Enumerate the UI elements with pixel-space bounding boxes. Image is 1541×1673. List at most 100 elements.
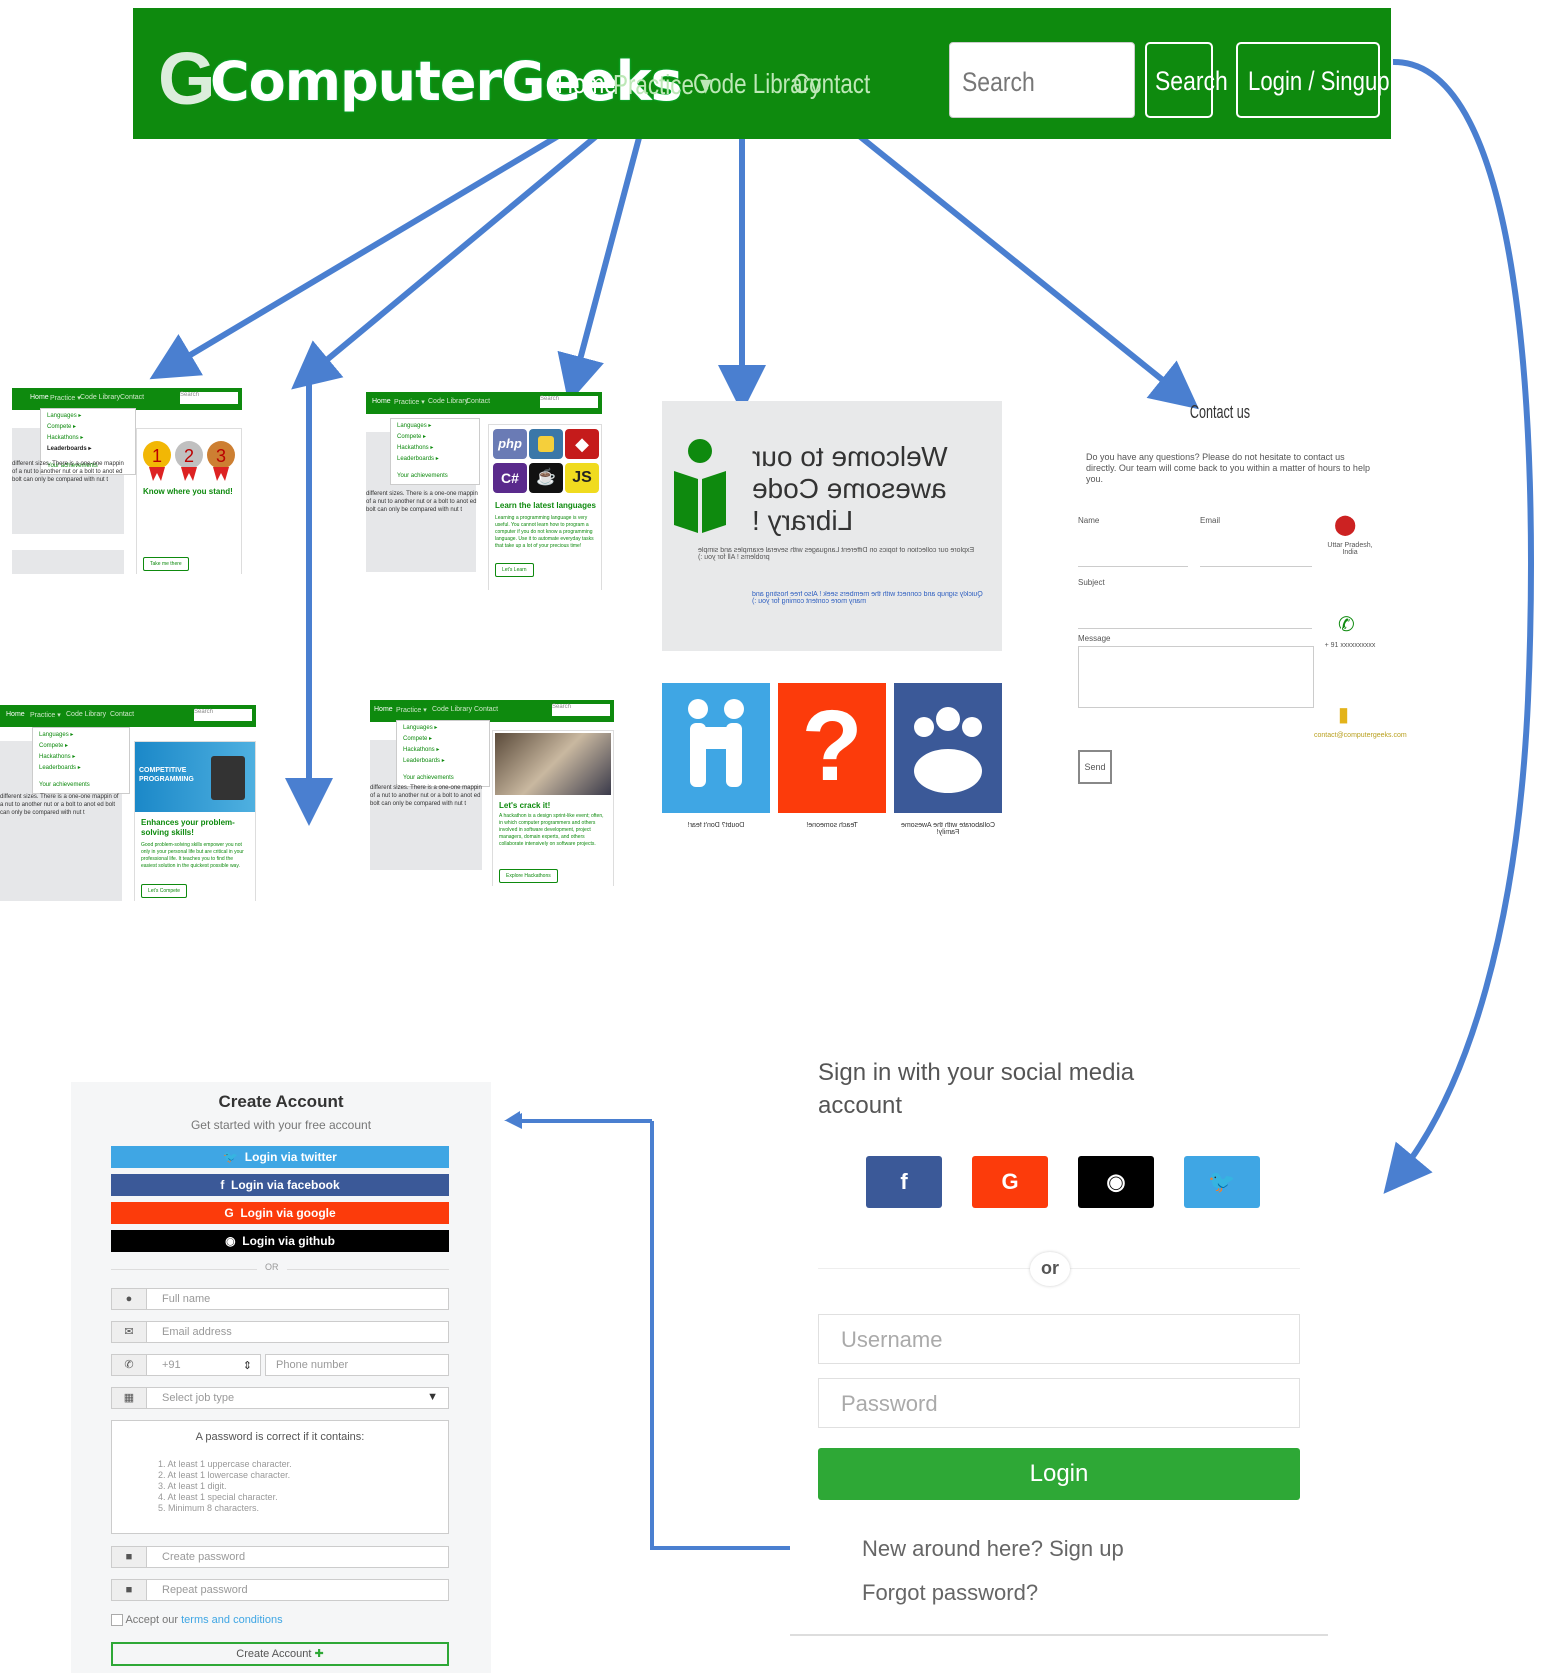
thumb-navbar: Home Practice ▾ Code Library Contact Sea…: [370, 700, 614, 722]
contact-email: contact@computergeeks.com: [1314, 732, 1407, 739]
password-rules-title: A password is correct if it contains:: [195, 1431, 365, 1443]
explore-hackathons-button[interactable]: Explore Hackathons: [499, 869, 558, 883]
thumb-dropdown-menu: Languages ▸ Compete ▸ Hackathons ▸ Leade…: [396, 720, 490, 787]
lets-compete-button[interactable]: Let's Compete: [141, 884, 188, 898]
leaderboard-card: 1 2 3 Know where you stand! Take me ther…: [136, 428, 242, 574]
thumb-menu-item: Your achievements: [403, 775, 454, 781]
email-field[interactable]: ✉ Email address: [111, 1321, 449, 1343]
google-login-icon[interactable]: G: [972, 1156, 1048, 1208]
create-account-label: Create Account: [236, 1648, 312, 1660]
password-field[interactable]: Password: [818, 1378, 1300, 1428]
thumb-nav-home: Home: [6, 711, 25, 718]
contact-location: Uttar Pradesh, India: [1327, 542, 1373, 556]
github-login-button[interactable]: ◉ Login via github: [111, 1230, 449, 1252]
name-label: Name: [1078, 516, 1100, 525]
thumb-menu-item: Hackathons ▸: [39, 754, 76, 760]
thumb-body-text: different sizes. There is a one-one mapp…: [12, 461, 124, 483]
location-icon: ⬤: [1334, 514, 1357, 536]
question-mark-icon: ?: [801, 690, 863, 802]
google-login-button[interactable]: G Login via google: [111, 1202, 449, 1224]
doubt-tile[interactable]: [662, 683, 770, 813]
signup-link[interactable]: New around here? Sign up: [862, 1536, 1124, 1562]
email-placeholder: Email address: [162, 1326, 232, 1338]
lets-learn-button[interactable]: Let's Learn: [495, 563, 534, 577]
competitive-programming-banner: COMPETITIVE PROGRAMMING: [135, 742, 255, 812]
svg-text:1: 1: [152, 446, 162, 466]
terms-checkbox[interactable]: [111, 1614, 123, 1627]
subject-field[interactable]: [1078, 590, 1312, 629]
password-rule: 1. At least 1 uppercase character.: [158, 1459, 292, 1469]
teach-tile[interactable]: ?: [778, 683, 886, 813]
phone-icon: ✆: [1338, 614, 1355, 636]
thumb-search: Search: [540, 396, 598, 408]
name-field[interactable]: [1078, 528, 1188, 567]
lock-icon: ■: [112, 1580, 147, 1600]
github-login-icon[interactable]: ◉: [1078, 1156, 1154, 1208]
thumb-nav-code: Code Library: [432, 706, 473, 713]
create-password-placeholder: Create password: [162, 1551, 246, 1563]
repeat-password-field[interactable]: ■ Repeat password: [111, 1579, 449, 1601]
svg-text:3: 3: [216, 446, 226, 466]
login-button[interactable]: Login: [818, 1448, 1300, 1500]
job-type-placeholder: Select job type: [162, 1392, 235, 1404]
repeat-password-placeholder: Repeat password: [162, 1584, 248, 1596]
leaderboard-title: Know where you stand!: [143, 487, 233, 496]
forgot-password-link[interactable]: Forgot password?: [862, 1580, 1038, 1606]
envelope-icon: ✉: [112, 1322, 147, 1342]
country-code-select[interactable]: ✆ +91 ⇕: [111, 1354, 261, 1376]
facebook-login-label: Login via facebook: [230, 1178, 340, 1192]
thumb-search: Search: [552, 704, 610, 716]
twitter-login-icon[interactable]: 🐦: [1184, 1156, 1260, 1208]
phone-number-field[interactable]: Phone number: [265, 1354, 449, 1376]
full-name-field[interactable]: ● Full name: [111, 1288, 449, 1310]
create-account-form: Create Account Get started with your fre…: [71, 1082, 491, 1673]
thumb-nav-contact: Contact: [110, 711, 135, 718]
thumb-nav-practice: Practice ▾: [396, 707, 427, 714]
twitter-icon: 🐦: [223, 1150, 239, 1164]
thumb-menu-item: Leaderboards ▸: [397, 456, 439, 462]
thumb-menu-item: Languages ▸: [397, 423, 432, 429]
thumb-hackathon: Home Practice ▾ Code Library Contact Sea…: [370, 700, 614, 886]
google-login-label: Login via google: [240, 1206, 336, 1220]
code-library-jumbotron: Welcome to our awesome Code Library ! Ex…: [662, 401, 1002, 651]
twitter-login-label: Login via twitter: [244, 1150, 337, 1164]
message-label: Message: [1078, 634, 1111, 643]
password-rules-box: A password is correct if it contains: 1.…: [111, 1420, 449, 1534]
create-account-title: Create Account: [218, 1092, 344, 1111]
terms-row: Accept our terms and conditions: [111, 1614, 283, 1627]
facebook-login-icon[interactable]: f: [866, 1156, 942, 1208]
create-password-field[interactable]: ■ Create password: [111, 1546, 449, 1568]
collaborate-tile[interactable]: [894, 683, 1002, 813]
site-logo[interactable]: G ComputerGeeks: [158, 28, 683, 120]
arrow-practice-leaderboard: [149, 101, 614, 380]
group-icon: [914, 707, 982, 793]
password-placeholder: Password: [841, 1391, 938, 1416]
or-divider-label: OR: [257, 1262, 287, 1272]
search-input[interactable]: Search: [949, 42, 1135, 118]
thumb-dropdown-menu: Languages ▸ Compete ▸ Hackathons ▸ Leade…: [390, 418, 480, 485]
teach-caption: Teach someone!: [806, 822, 858, 829]
medals-icon: 1 2 3: [143, 441, 235, 481]
thumb-menu-item: Languages ▸: [39, 732, 74, 738]
twitter-login-button[interactable]: 🐦 Login via twitter: [111, 1146, 449, 1168]
username-field[interactable]: Username: [818, 1314, 1300, 1364]
password-rules-list: 1. At least 1 uppercase character. 2. At…: [158, 1459, 292, 1514]
create-account-button[interactable]: Create Account ✚: [111, 1642, 449, 1666]
code-library-title: Welcome to our awesome Code Library !: [752, 441, 948, 536]
message-field[interactable]: [1078, 646, 1314, 708]
login-signup-button[interactable]: Login / Singup ›: [1236, 42, 1403, 118]
terms-link[interactable]: terms and conditions: [181, 1614, 283, 1626]
thumb-dropdown-menu: Languages ▸ Compete ▸ Hackathons ▸ Leade…: [32, 727, 130, 794]
thumb-nav-code: Code Library: [80, 394, 121, 401]
svg-text:2: 2: [184, 446, 194, 466]
email-field[interactable]: [1200, 528, 1312, 567]
facebook-login-button[interactable]: f Login via facebook: [111, 1174, 449, 1196]
search-button[interactable]: Search: [1145, 42, 1228, 118]
job-type-select[interactable]: ▦ Select job type ▼: [111, 1387, 449, 1409]
chevron-down-icon: ▼: [427, 1391, 438, 1403]
nav-contact-link[interactable]: Contact: [793, 68, 870, 100]
take-me-there-button[interactable]: Take me there: [143, 557, 189, 571]
send-button[interactable]: Send: [1078, 750, 1112, 784]
nav-home-link[interactable]: Home: [557, 68, 617, 100]
divider: [790, 1634, 1328, 1636]
